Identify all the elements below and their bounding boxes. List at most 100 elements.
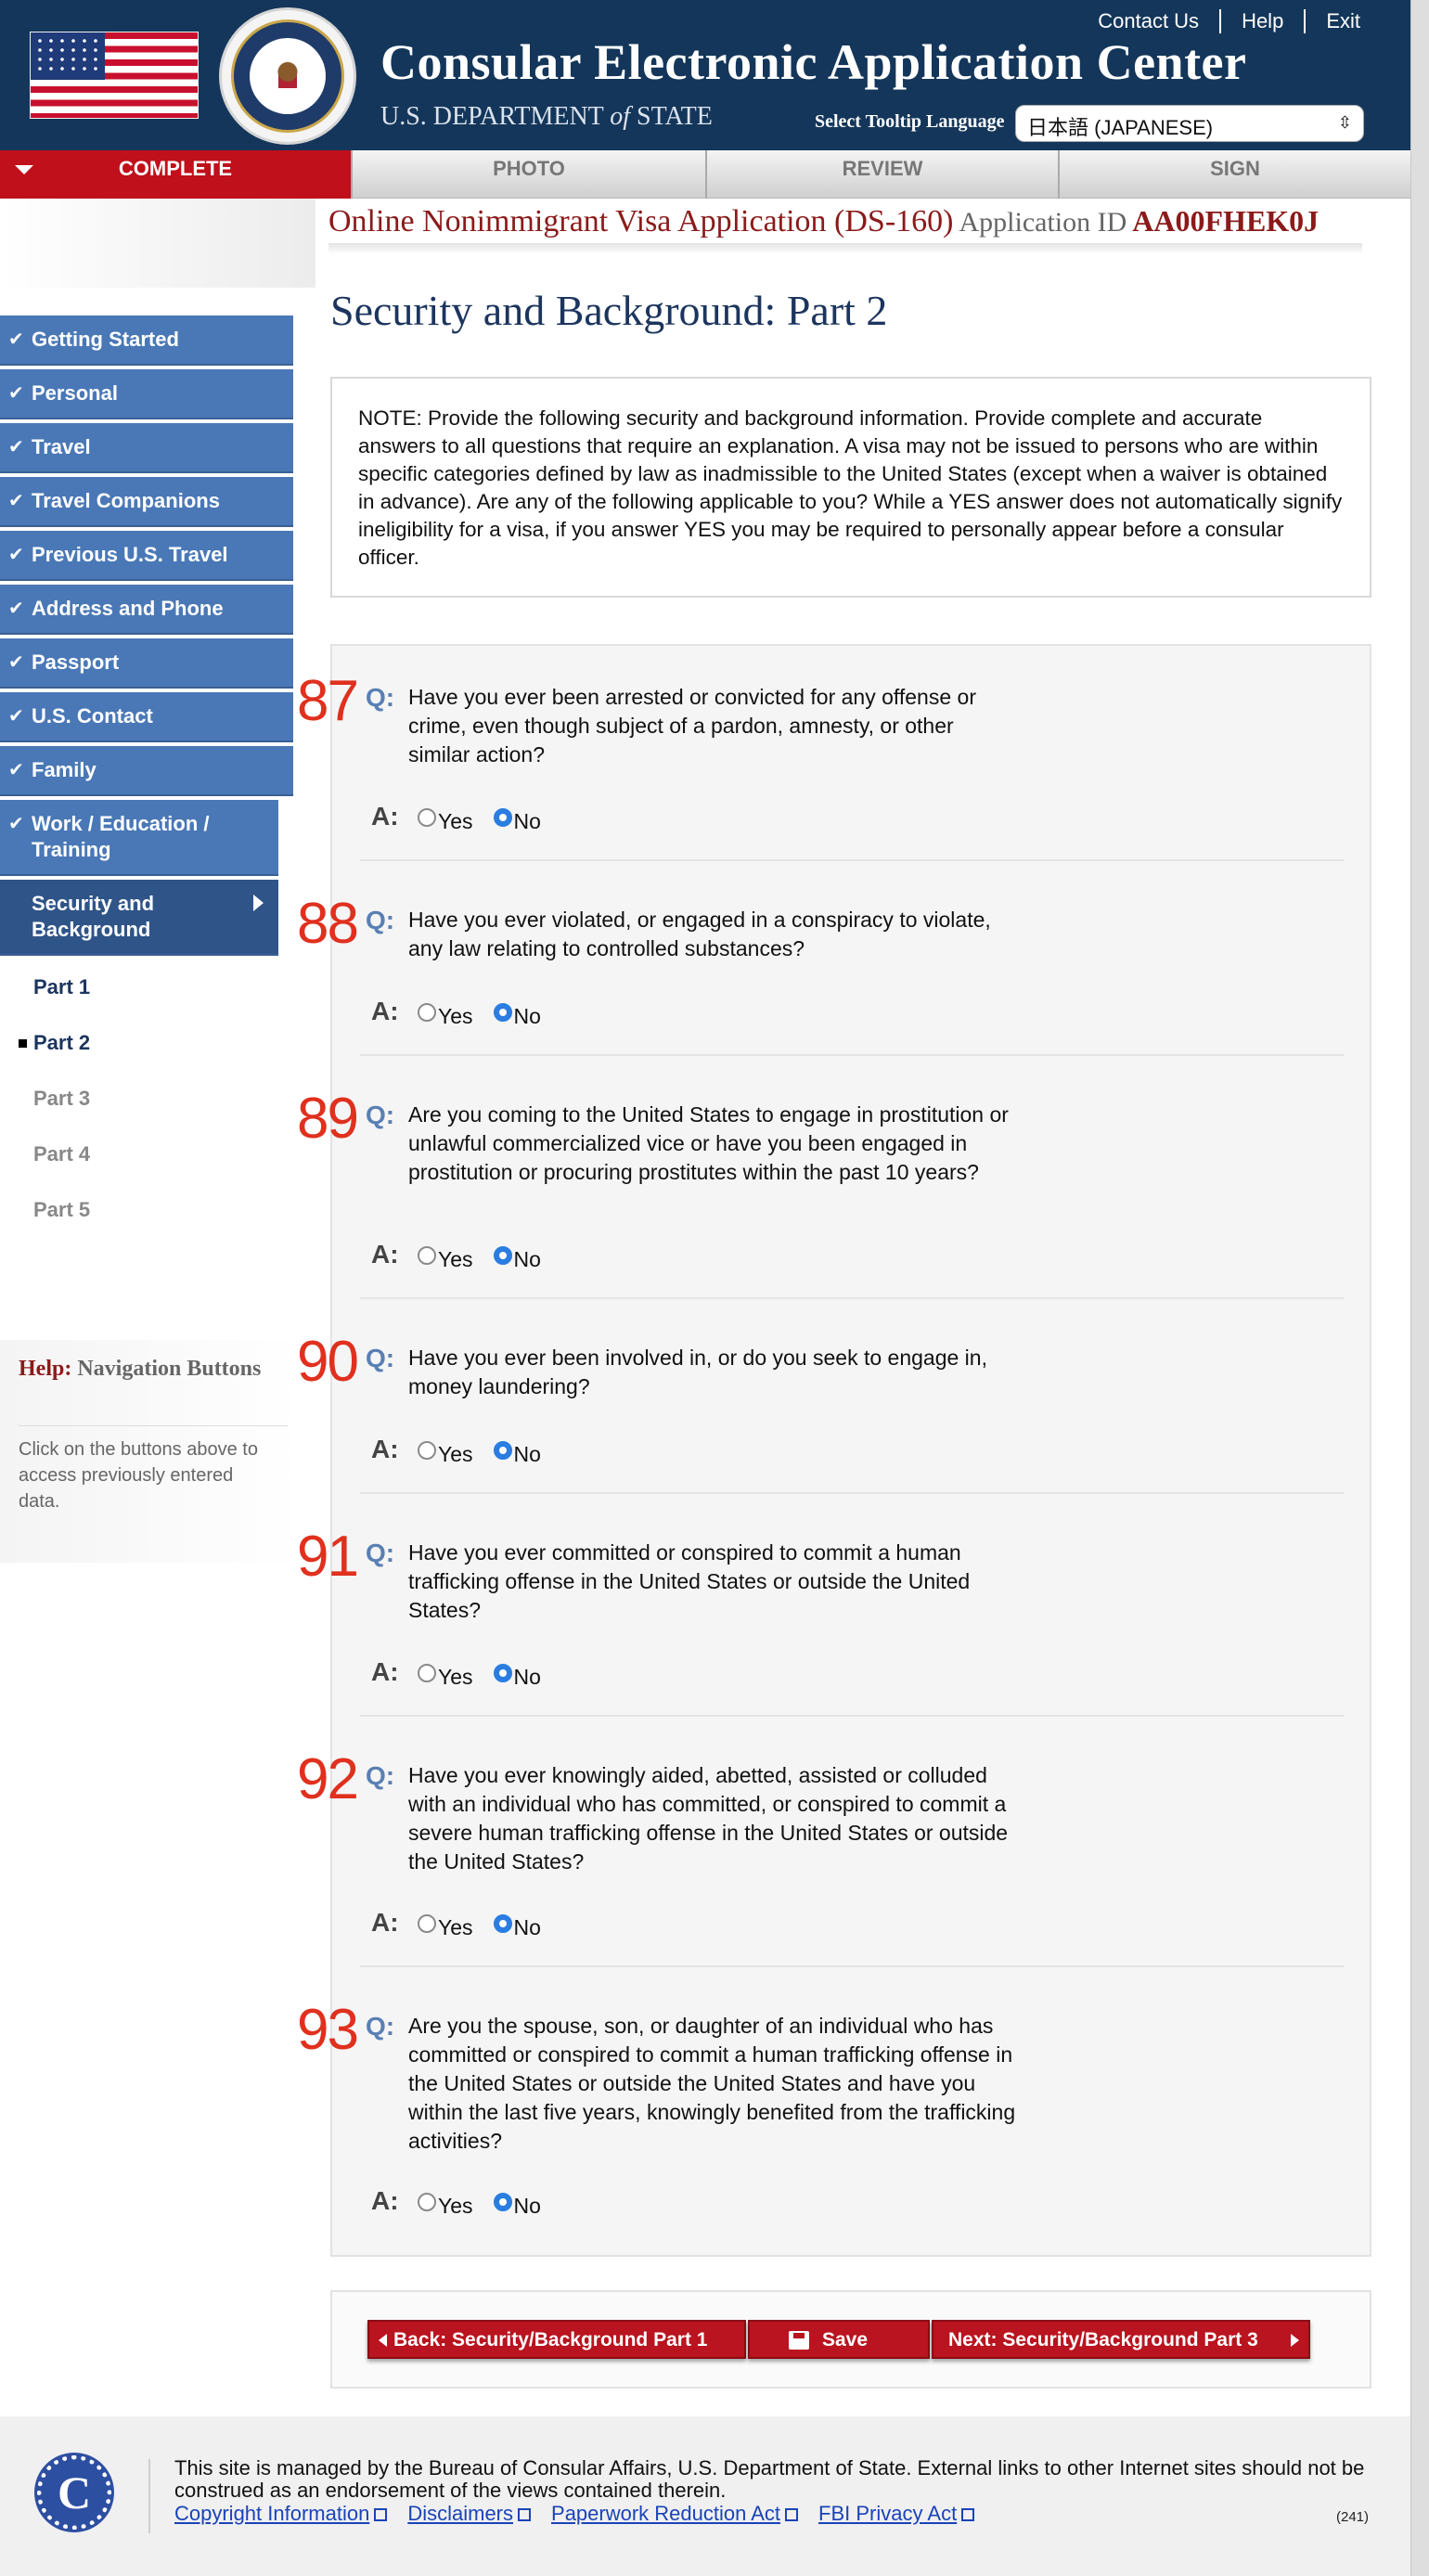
answer-options: Yes No xyxy=(418,2193,561,2219)
radio-yes[interactable] xyxy=(418,1246,436,1265)
tooltip-language-select[interactable]: 日本語 (JAPANESE) ⇳ xyxy=(1015,105,1364,142)
application-id: AA00FHEK0J xyxy=(1132,204,1320,238)
sidebar-subitem-part-4: Part 4 xyxy=(33,1142,91,1166)
radio-yes[interactable] xyxy=(418,1003,436,1022)
help-link[interactable]: Help xyxy=(1219,9,1304,33)
radio-no[interactable] xyxy=(493,808,512,827)
sidebar-item-travel[interactable]: ✔ Travel xyxy=(0,423,293,473)
page: Consular Electronic Application Center U… xyxy=(0,0,1429,2576)
radio-no[interactable] xyxy=(493,1246,512,1265)
answer-yes-option[interactable]: Yes xyxy=(418,1664,473,1690)
answer-options: Yes No xyxy=(418,1441,561,1467)
answer-label: A: xyxy=(371,2186,399,2215)
sidebar-item-family[interactable]: ✔ Family xyxy=(0,746,293,796)
sidebar-item-us-contact[interactable]: ✔ U.S. Contact xyxy=(0,692,293,742)
exit-link[interactable]: Exit xyxy=(1304,9,1381,33)
answer-label: A: xyxy=(371,997,399,1025)
site-header: Consular Electronic Application Center U… xyxy=(0,0,1410,150)
check-icon: ✔ xyxy=(8,329,24,350)
sidebar-item-previous-us-travel[interactable]: ✔ Previous U.S. Travel xyxy=(0,531,293,581)
radio-no[interactable] xyxy=(493,1441,512,1460)
question-divider xyxy=(360,1054,1344,1056)
radio-no[interactable] xyxy=(493,1664,512,1682)
contact-us-link[interactable]: Contact Us xyxy=(1077,9,1219,33)
next-button[interactable]: Next: Security/Background Part 3 xyxy=(932,2320,1310,2359)
disclaimers-link[interactable]: Disclaimers xyxy=(407,2502,532,2526)
radio-yes[interactable] xyxy=(418,1664,436,1682)
answer-no-option[interactable]: No xyxy=(493,808,541,834)
sidebar-item-getting-started[interactable]: ✔ Getting Started xyxy=(0,316,293,366)
check-icon: ✔ xyxy=(8,814,24,834)
sidebar-item-personal[interactable]: ✔ Personal xyxy=(0,369,293,419)
sidebar-item-passport[interactable]: ✔ Passport xyxy=(0,638,293,689)
question-text: Have you ever been involved in, or do yo… xyxy=(408,1346,987,1398)
answer-yes-option[interactable]: Yes xyxy=(418,2193,473,2219)
check-icon: ✔ xyxy=(8,437,24,457)
answer-yes-option[interactable]: Yes xyxy=(418,1246,473,1272)
radio-no[interactable] xyxy=(493,2193,512,2211)
fbi-privacy-link[interactable]: FBI Privacy Act xyxy=(818,2502,975,2526)
check-icon: ✔ xyxy=(8,706,24,727)
answer-no-option[interactable]: No xyxy=(493,1441,541,1467)
help-text: Click on the buttons above to access pre… xyxy=(19,1439,258,1512)
save-button[interactable]: Save xyxy=(748,2320,930,2359)
question-text: Have you ever violated, or engaged in a … xyxy=(408,908,991,960)
caret-down-icon xyxy=(15,165,33,174)
scrollbar[interactable] xyxy=(1410,0,1429,2576)
sidebar-item-security-background[interactable]: Security and Background xyxy=(0,880,278,956)
sidebar-subitem-part-2[interactable]: Part 2 xyxy=(0,1015,293,1071)
question-number: 91 xyxy=(297,1525,359,1589)
tab-photo[interactable]: PHOTO xyxy=(353,150,707,199)
application-title: Online Nonimmigrant Visa Application (DS… xyxy=(328,204,1320,238)
answer-no-option[interactable]: No xyxy=(493,1664,541,1690)
answer-label: A: xyxy=(371,802,399,831)
sidebar-item-work-education[interactable]: ✔ Work / Education / Training xyxy=(0,800,278,876)
answer-yes-option[interactable]: Yes xyxy=(418,1914,473,1940)
arrow-right-icon xyxy=(1291,2334,1299,2347)
tab-complete[interactable]: COMPLETE xyxy=(0,150,353,199)
back-button[interactable]: Back: Security/Background Part 1 xyxy=(367,2320,746,2359)
radio-yes[interactable] xyxy=(418,1441,436,1460)
radio-no[interactable] xyxy=(493,1003,512,1022)
check-icon: ✔ xyxy=(8,491,24,511)
question-divider xyxy=(360,1965,1344,1967)
sidebar-item-address-phone[interactable]: ✔ Address and Phone xyxy=(0,585,293,635)
question-number: 93 xyxy=(297,1998,359,2062)
sidebar: ✔ Getting Started ✔ Personal ✔ Travel ✔ Trav… xyxy=(0,316,293,1238)
radio-no[interactable] xyxy=(493,1914,512,1933)
answer-no-option[interactable]: No xyxy=(493,1003,541,1029)
sidebar-item-travel-companions[interactable]: ✔ Travel Companions xyxy=(0,477,293,527)
answer-no-option[interactable]: No xyxy=(493,1914,541,1940)
answer-no-option[interactable]: No xyxy=(493,1246,541,1272)
answer-no-option[interactable]: No xyxy=(493,2193,541,2219)
left-shade xyxy=(0,199,315,288)
radio-yes[interactable] xyxy=(418,2193,436,2211)
external-link-icon xyxy=(518,2508,532,2521)
sidebar-subitem-part-3: Part 3 xyxy=(33,1087,91,1110)
arrow-right-icon xyxy=(253,895,264,911)
page-title: Security and Background: Part 2 xyxy=(330,287,888,334)
radio-yes[interactable] xyxy=(418,1914,436,1933)
department-name: U.S. DEPARTMENT of STATE xyxy=(380,102,713,131)
question-divider xyxy=(360,1492,1344,1494)
copyright-link[interactable]: Copyright Information xyxy=(174,2502,388,2526)
site-footer: C This site is managed by the Bureau of … xyxy=(0,2416,1410,2576)
tab-review[interactable]: REVIEW xyxy=(707,150,1060,199)
answer-yes-option[interactable]: Yes xyxy=(418,1003,473,1029)
question-text: Are you the spouse, son, or daughter of … xyxy=(408,2014,1016,2153)
question-label: Q: xyxy=(366,1761,395,1790)
action-bar: Back: Security/Background Part 1 Save Ne… xyxy=(330,2290,1371,2389)
department-seal-icon xyxy=(219,7,356,145)
check-icon: ✔ xyxy=(8,760,24,780)
current-marker-icon xyxy=(19,1039,27,1048)
tab-sign[interactable]: SIGN xyxy=(1060,150,1410,199)
answer-options: Yes No xyxy=(418,1246,561,1272)
answer-yes-option[interactable]: Yes xyxy=(418,808,473,834)
radio-yes[interactable] xyxy=(418,808,436,827)
footer-text: This site is managed by the Bureau of Co… xyxy=(174,2456,1365,2502)
tooltip-language-label: Select Tooltip Language xyxy=(815,111,1005,132)
external-link-icon xyxy=(785,2508,799,2521)
sidebar-subitem-part-1[interactable]: Part 1 xyxy=(0,960,293,1015)
paperwork-reduction-link[interactable]: Paperwork Reduction Act xyxy=(551,2502,799,2526)
answer-yes-option[interactable]: Yes xyxy=(418,1441,473,1467)
